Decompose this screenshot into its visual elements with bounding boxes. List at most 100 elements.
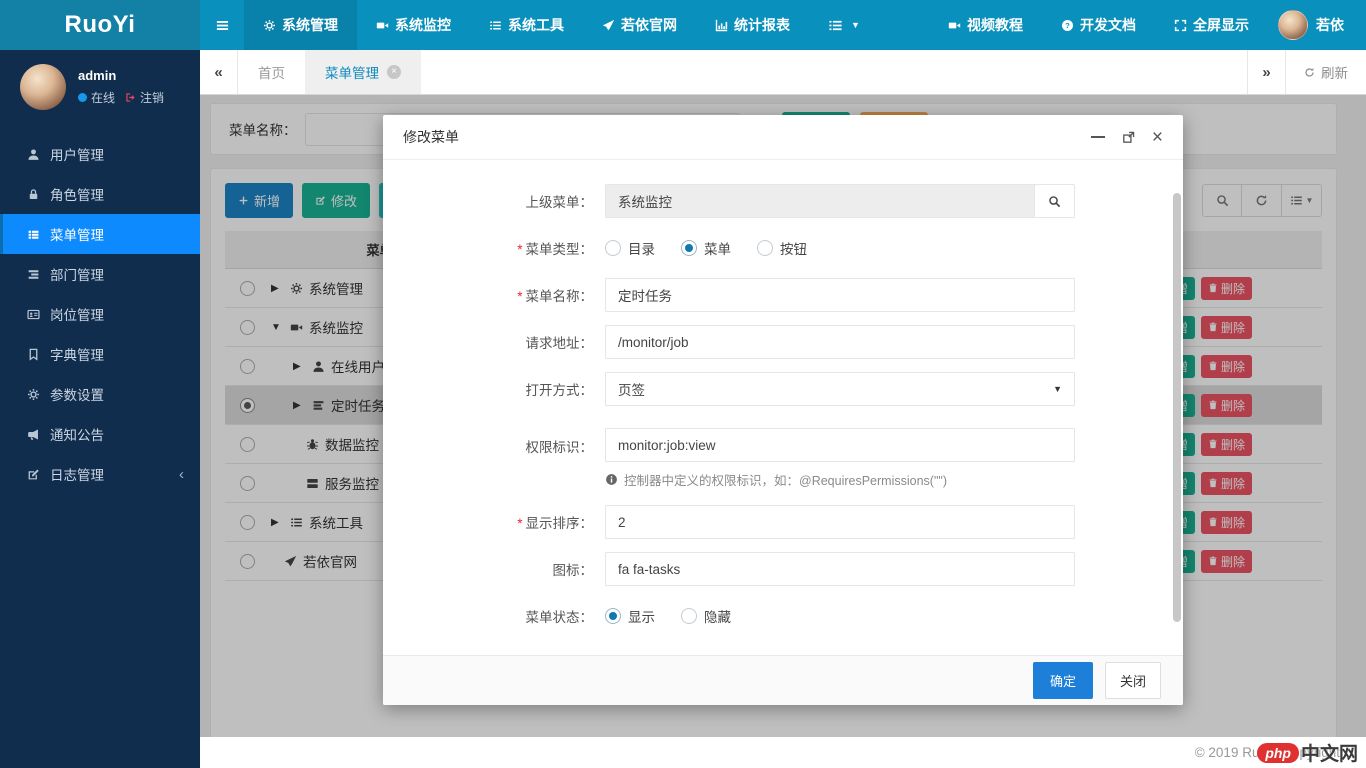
sidebar-menu: 用户管理 角色管理 菜单管理 部门管理 岗位管理 字典管理 参数设置 通知公告 … (0, 134, 200, 494)
lock-icon (27, 188, 40, 201)
tab-refresh-button[interactable]: 刷新 (1285, 50, 1366, 94)
permission-hint: 控制器中定义的权限标识，如：@RequiresPermissions("") (605, 470, 1075, 489)
php-cn-watermark: php 中文网 (1257, 739, 1358, 766)
navbar-user-menu[interactable]: 若依 (1268, 0, 1366, 50)
radio-icon[interactable] (605, 240, 621, 256)
radio-option-show[interactable]: 显示 (605, 606, 655, 626)
app-root: RuoYi 系统管理 系统监控 系统工具 若依官网 统计报表 ▼ 视频教程 开发… (0, 0, 1366, 768)
field-label-type: 菜单类型： (383, 238, 605, 258)
video-icon (376, 19, 389, 32)
user-name: 若依 (1316, 15, 1344, 35)
sidebar-item-departments[interactable]: 部门管理 (0, 254, 200, 294)
scrollbar-thumb[interactable] (1173, 193, 1181, 622)
online-status: 在线 (78, 89, 115, 106)
sidebar-item-notices[interactable]: 通知公告 (0, 414, 200, 454)
radio-checked-icon[interactable] (605, 608, 621, 624)
nav-item-dev-docs[interactable]: 开发文档 (1042, 0, 1155, 50)
caret-down-icon: ▼ (1053, 384, 1062, 394)
sidebar-user-name: admin (78, 68, 164, 83)
close-icon[interactable]: × (1152, 128, 1163, 147)
page-footer: © 2019 RuoYi Copyright (200, 737, 1366, 768)
user-icon (27, 148, 40, 161)
radio-option-hide[interactable]: 隐藏 (681, 606, 731, 626)
edit-menu-modal: 修改菜单 × 上级菜单： 菜单类型： 目录 菜单 按钮 (383, 115, 1183, 705)
user-avatar[interactable] (20, 64, 66, 110)
modal-title: 修改菜单 (403, 127, 1091, 147)
gear-icon (27, 388, 40, 401)
sidebar-item-dicts[interactable]: 字典管理 (0, 334, 200, 374)
nav-item-video-tutorial[interactable]: 视频教程 (929, 0, 1042, 50)
nav-item-official-site[interactable]: 若依官网 (583, 0, 696, 50)
refresh-label: 刷新 (1321, 62, 1348, 82)
field-label-parent: 上级菜单： (383, 191, 605, 211)
menu-list-icon (828, 18, 843, 33)
info-circle-icon (605, 473, 618, 486)
radio-label: 按钮 (780, 238, 807, 258)
radio-option-button[interactable]: 按钮 (757, 238, 807, 258)
radio-label: 目录 (628, 238, 655, 258)
nav-item-system-mgmt[interactable]: 系统管理 (244, 0, 357, 50)
nav-more-dropdown[interactable]: ▼ (809, 0, 879, 50)
icon-input[interactable] (605, 552, 1075, 586)
fullscreen-icon (1174, 19, 1187, 32)
list-icon (489, 19, 502, 32)
sidebar-item-params[interactable]: 参数设置 (0, 374, 200, 414)
maximize-icon[interactable] (1121, 130, 1136, 145)
outdent-icon (27, 268, 40, 281)
nav-item-reports[interactable]: 统计报表 (696, 0, 809, 50)
hamburger-icon (215, 18, 230, 33)
logout-link[interactable]: 注销 (125, 89, 164, 106)
tab-home[interactable]: 首页 (238, 50, 305, 94)
parent-menu-input[interactable] (605, 184, 1035, 218)
modal-scrollbar[interactable] (1173, 164, 1181, 651)
bullhorn-icon (27, 428, 40, 441)
display-order-input[interactable] (605, 505, 1075, 539)
sidebar-user-panel: admin 在线 注销 (0, 50, 200, 126)
request-url-input[interactable] (605, 325, 1075, 359)
nav-item-fullscreen[interactable]: 全屏显示 (1155, 0, 1268, 50)
sidebar-item-label: 岗位管理 (50, 304, 104, 324)
edit-icon (27, 468, 40, 481)
radio-checked-icon[interactable] (681, 240, 697, 256)
sidebar-item-logs[interactable]: 日志管理‹ (0, 454, 200, 494)
select-value: 页签 (618, 379, 645, 399)
bar-chart-icon (715, 19, 728, 32)
open-mode-select[interactable]: 页签 ▼ (605, 372, 1075, 406)
sidebar-item-users[interactable]: 用户管理 (0, 134, 200, 174)
tab-close-icon[interactable]: × (387, 65, 401, 79)
confirm-button[interactable]: 确定 (1033, 662, 1093, 699)
tabs-scroll-right-button[interactable]: » (1247, 50, 1285, 94)
menu-name-input[interactable] (605, 278, 1075, 312)
parent-menu-picker-button[interactable] (1035, 184, 1075, 218)
sidebar-item-posts[interactable]: 岗位管理 (0, 294, 200, 334)
radio-icon[interactable] (681, 608, 697, 624)
radio-option-directory[interactable]: 目录 (605, 238, 655, 258)
sidebar-toggle-button[interactable] (200, 0, 244, 50)
tab-menu-mgmt[interactable]: 菜单管理× (305, 50, 421, 94)
th-list-icon (27, 228, 40, 241)
radio-icon[interactable] (757, 240, 773, 256)
nav-item-system-monitor[interactable]: 系统监控 (357, 0, 470, 50)
nav-item-label: 系统管理 (282, 15, 338, 35)
radio-option-menu[interactable]: 菜单 (681, 238, 731, 258)
sidebar-item-roles[interactable]: 角色管理 (0, 174, 200, 214)
modal-footer: 确定 关闭 (383, 655, 1183, 705)
navbar-spacer (879, 0, 929, 50)
nav-item-system-tools[interactable]: 系统工具 (470, 0, 583, 50)
permission-input[interactable] (605, 428, 1075, 462)
nav-item-label: 统计报表 (734, 15, 790, 35)
field-label-visible: 菜单状态： (383, 606, 605, 626)
modal-header: 修改菜单 × (383, 115, 1183, 160)
tabs-scroll-left-button[interactable]: « (200, 50, 238, 94)
sidebar-item-label: 日志管理 (50, 464, 104, 484)
nav-item-label: 全屏显示 (1193, 15, 1249, 35)
question-circle-icon (1061, 19, 1074, 32)
minimize-icon[interactable] (1091, 136, 1105, 138)
top-navbar: RuoYi 系统管理 系统监控 系统工具 若依官网 统计报表 ▼ 视频教程 开发… (0, 0, 1366, 50)
nav-item-label: 系统工具 (508, 15, 564, 35)
sidebar-item-label: 字典管理 (50, 344, 104, 364)
brand-logo[interactable]: RuoYi (0, 0, 200, 50)
sidebar-item-menus[interactable]: 菜单管理 (0, 214, 200, 254)
close-button[interactable]: 关闭 (1105, 662, 1161, 699)
online-dot-icon (78, 93, 87, 102)
